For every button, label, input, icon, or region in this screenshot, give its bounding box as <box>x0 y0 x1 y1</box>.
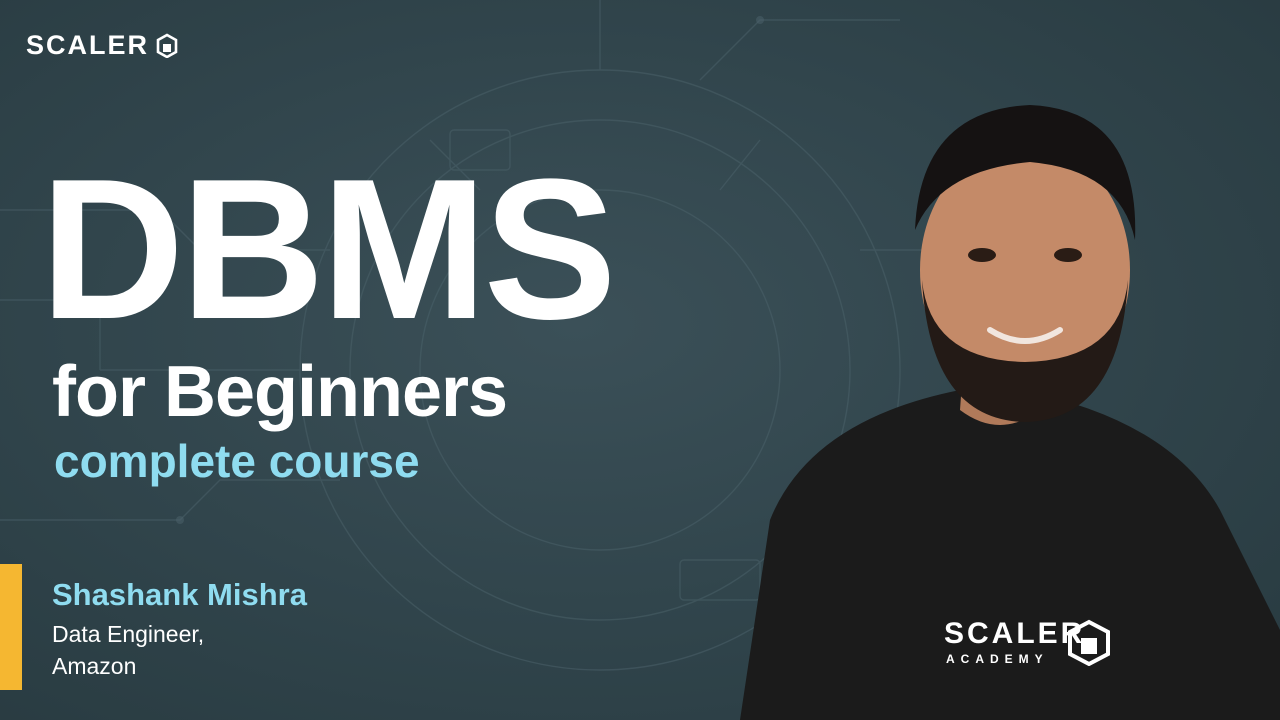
course-tagline: complete course <box>54 435 420 487</box>
shirt-logo-text: SCALER <box>944 617 1086 650</box>
accent-bar <box>0 564 22 690</box>
scaler-logo: SCALER <box>26 28 179 62</box>
scaler-cube-icon <box>1068 619 1110 666</box>
presenter-role: Data Engineer, Amazon <box>52 618 372 682</box>
scaler-cube-icon <box>156 33 178 58</box>
shirt-logo: SCALER ACADEMY <box>944 618 1124 674</box>
logo-text: SCALER <box>26 29 150 60</box>
presenter-company: Amazon <box>52 653 137 679</box>
presenter-name: Shashank Mishra <box>52 577 307 612</box>
course-title: DBMS <box>40 138 617 361</box>
presenter-role-title: Data Engineer, <box>52 621 205 647</box>
thumbnail-canvas: SCALER DBMS for Beginners complete cours… <box>0 0 1280 720</box>
course-subtitle: for Beginners <box>52 352 508 432</box>
shirt-logo-subtext: ACADEMY <box>946 652 1049 666</box>
